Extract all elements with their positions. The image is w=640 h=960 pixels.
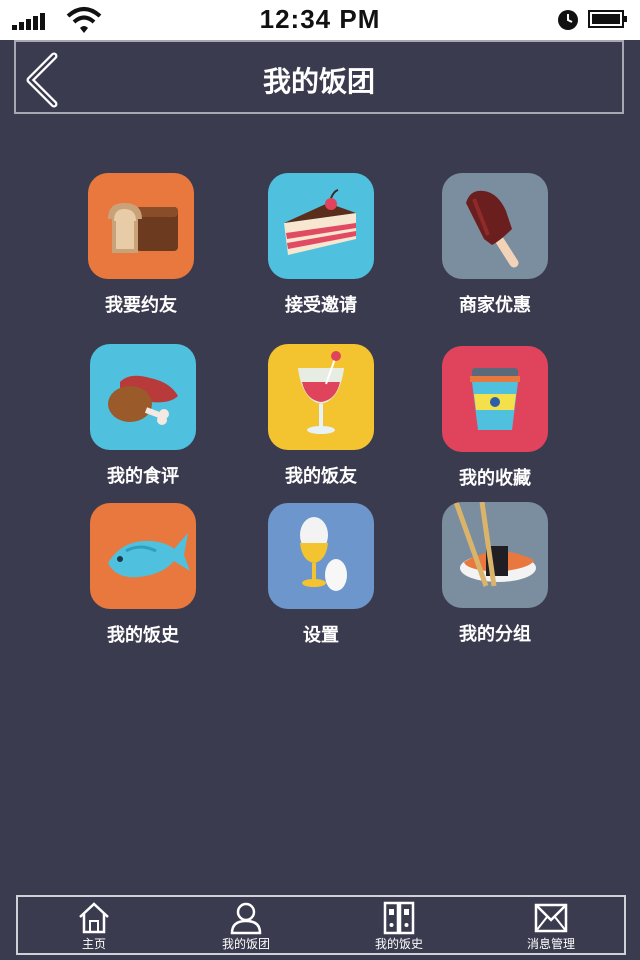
- egg-icon: [268, 503, 374, 609]
- tab-messages[interactable]: 消息管理: [475, 897, 627, 953]
- page-title: 我的饭团: [262, 65, 375, 98]
- status-time: 12:34 PM: [259, 4, 381, 34]
- tile-label: 我的分组: [459, 624, 531, 645]
- clock-icon: [558, 10, 578, 30]
- popsicle-icon: [442, 173, 548, 279]
- sushi-icon: [442, 502, 548, 608]
- tile-accept-invite[interactable]: 接受邀请: [246, 173, 396, 317]
- tile-label: 我的饭友: [285, 466, 357, 487]
- cocktail-icon: [268, 344, 374, 450]
- battery-icon: [588, 10, 627, 28]
- tile-my-friends[interactable]: 我的饭友: [246, 344, 396, 488]
- tile-label: 设置: [303, 625, 339, 646]
- tab-label: 消息管理: [526, 937, 575, 951]
- fish-icon: [90, 503, 196, 609]
- tab-label: 我的饭史: [374, 937, 423, 951]
- coffee-cup-icon: [442, 346, 548, 452]
- tab-home[interactable]: 主页: [18, 897, 170, 953]
- home-icon: [79, 902, 109, 934]
- tile-label: 我的饭史: [107, 625, 179, 646]
- tile-my-reviews[interactable]: 我的食评: [68, 344, 218, 488]
- tile-my-history[interactable]: 我的饭史: [68, 503, 218, 647]
- cake-icon: [268, 173, 374, 279]
- nav-header: 我的饭团: [14, 40, 624, 114]
- bottom-tab-bar: 主页 我的饭团 我的饭史 消息管理: [16, 895, 626, 955]
- tile-my-favorites[interactable]: 我的收藏: [420, 346, 570, 490]
- tile-my-groups[interactable]: 我的分组: [420, 502, 570, 646]
- drumstick-icon: [90, 344, 196, 450]
- tab-label: 我的饭团: [221, 937, 270, 951]
- tile-make-friends[interactable]: 我要约友: [66, 173, 216, 317]
- tile-settings[interactable]: 设置: [246, 503, 396, 647]
- user-icon: [230, 902, 262, 935]
- tile-label: 接受邀请: [285, 295, 357, 316]
- binders-icon: [383, 901, 415, 935]
- tile-merchant-deals[interactable]: 商家优惠: [420, 173, 570, 317]
- mail-icon: [534, 903, 568, 933]
- tab-my-history[interactable]: 我的饭史: [323, 897, 475, 953]
- tab-label: 主页: [81, 937, 106, 951]
- tile-label: 我的食评: [107, 466, 179, 487]
- tile-label: 我的收藏: [459, 468, 531, 489]
- bread-icon: [88, 173, 194, 279]
- status-bar: 12:34 PM: [0, 0, 640, 40]
- tile-label: 我要约友: [105, 295, 177, 316]
- tab-my-group[interactable]: 我的饭团: [170, 897, 322, 953]
- tile-label: 商家优惠: [459, 295, 531, 316]
